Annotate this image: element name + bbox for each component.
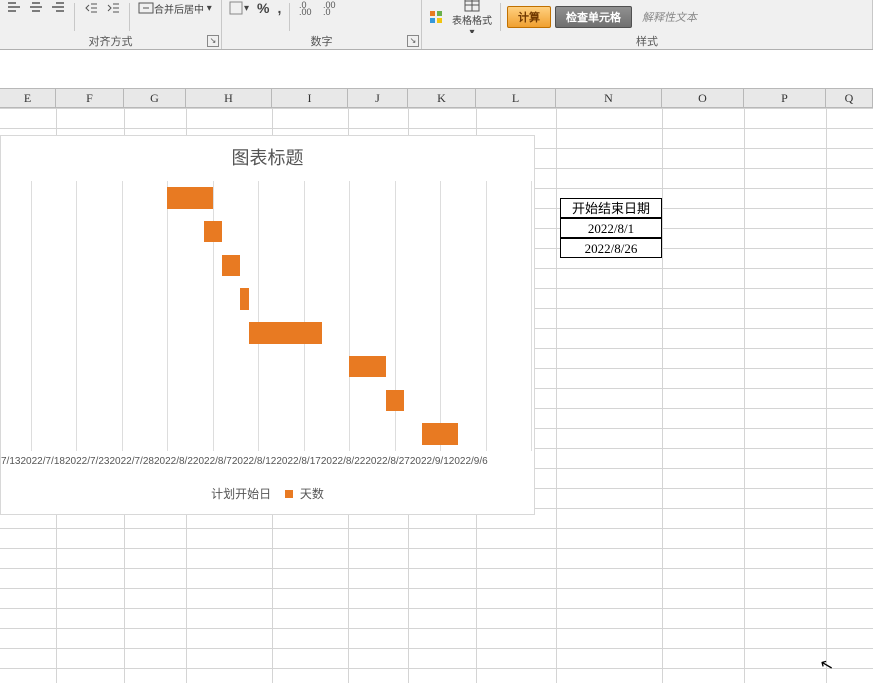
align-top-center-button[interactable]: [26, 0, 46, 16]
column-header-J[interactable]: J: [348, 88, 408, 108]
table-format-label: 表格格式: [452, 12, 492, 27]
gantt-bar-6: [386, 390, 404, 412]
increase-indent-button[interactable]: [103, 0, 123, 16]
alignment-dialog-launcher[interactable]: ↘: [207, 35, 219, 47]
styles-group-label: 样式: [422, 33, 872, 49]
cell-N-start-date[interactable]: 2022/8/1: [560, 218, 662, 238]
column-header-O[interactable]: O: [662, 88, 744, 108]
chart-x-axis-labels: 7/132022/7/182022/7/232022/7/282022/8/22…: [1, 456, 536, 472]
x-tick-label: 2022/9/6: [449, 456, 488, 472]
legend-item-days: 天数: [300, 487, 324, 501]
worksheet-area[interactable]: EFGHIJKLNOPQ 开始结束日期 2022/8/1 2022/8/26 图…: [0, 50, 873, 683]
column-header-F[interactable]: F: [56, 88, 124, 108]
explanatory-text-style[interactable]: 解释性文本: [636, 7, 703, 27]
merge-center-button[interactable]: 合并后居中 ▾: [136, 0, 214, 16]
gantt-bar-5: [349, 356, 385, 378]
gantt-bar-0: [167, 187, 212, 209]
x-tick-label: 2022/8/27: [365, 456, 410, 472]
align-top-right-button[interactable]: [48, 0, 68, 16]
conditional-format-button[interactable]: [426, 8, 446, 26]
number-dialog-launcher[interactable]: ↘: [407, 35, 419, 47]
number-format-dropdown[interactable]: ▾: [226, 0, 251, 16]
column-header-Q[interactable]: Q: [826, 88, 873, 108]
svg-text:.00: .00: [299, 7, 312, 16]
column-header-H[interactable]: H: [186, 88, 272, 108]
x-tick-label: 2022/7/18: [20, 456, 65, 472]
check-cells-style-button[interactable]: 检查单元格: [555, 6, 632, 28]
x-tick-label: 2022/8/12: [232, 456, 277, 472]
gantt-bar-3: [240, 288, 249, 310]
column-header-K[interactable]: K: [408, 88, 476, 108]
gantt-bar-7: [422, 423, 458, 445]
column-header-E[interactable]: E: [0, 88, 56, 108]
number-group-label: 数字: [222, 33, 421, 49]
legend-swatch-days-icon: [285, 490, 293, 498]
svg-text:.0: .0: [323, 7, 331, 16]
chart-title: 图表标题: [1, 144, 534, 170]
chart-legend: 计划开始日 天数: [1, 485, 534, 502]
column-header-P[interactable]: P: [744, 88, 826, 108]
ribbon-group-number: ▾ % , .0.00 .00.0 数字 ↘: [222, 0, 422, 49]
gantt-bar-1: [204, 221, 222, 243]
column-header-N[interactable]: N: [556, 88, 662, 108]
increase-decimal-button[interactable]: .0.00: [296, 0, 316, 16]
cell-N-header[interactable]: 开始结束日期: [560, 198, 662, 218]
decrease-indent-button[interactable]: [81, 0, 101, 16]
percent-style-button[interactable]: %: [255, 0, 271, 16]
calculate-style-button[interactable]: 计算: [507, 6, 551, 28]
x-tick-label: 2022/8/22: [321, 456, 366, 472]
comma-style-button[interactable]: ,: [275, 0, 283, 16]
x-tick-label: 2022/7/28: [109, 456, 154, 472]
ribbon-group-alignment: 合并后居中 ▾ 对齐方式 ↘: [0, 0, 222, 49]
chart-plot-area: [31, 181, 531, 451]
table-format-button[interactable]: 表格格式▾: [450, 0, 494, 33]
x-tick-label: 2022/8/2: [154, 456, 193, 472]
x-tick-label: 7/13: [1, 456, 20, 472]
x-tick-label: 2022/8/7: [193, 456, 232, 472]
gantt-bar-2: [222, 255, 240, 277]
x-tick-label: 2022/9/1: [410, 456, 449, 472]
alignment-group-label: 对齐方式: [0, 33, 221, 49]
ribbon-group-styles: 表格格式▾ 计算 检查单元格 解释性文本 样式: [422, 0, 873, 49]
column-headers-row: EFGHIJKLNOPQ: [0, 88, 873, 108]
cell-N-end-date[interactable]: 2022/8/26: [560, 238, 662, 258]
x-tick-label: 2022/7/23: [65, 456, 110, 472]
column-header-I[interactable]: I: [272, 88, 348, 108]
x-tick-label: 2022/8/17: [276, 456, 321, 472]
align-top-left-button[interactable]: [4, 0, 24, 16]
embedded-chart[interactable]: 图表标题 7/132022/7/182022/7/232022/7/282022…: [0, 135, 535, 515]
ribbon: 合并后居中 ▾ 对齐方式 ↘ ▾ % , .0.00 .00.0 数字 ↘: [0, 0, 873, 50]
gantt-bar-4: [249, 322, 322, 344]
column-header-G[interactable]: G: [124, 88, 186, 108]
merge-center-label: 合并后居中: [154, 1, 204, 16]
column-header-L[interactable]: L: [476, 88, 556, 108]
legend-item-start: 计划开始日: [211, 487, 271, 501]
decrease-decimal-button[interactable]: .00.0: [320, 0, 340, 16]
